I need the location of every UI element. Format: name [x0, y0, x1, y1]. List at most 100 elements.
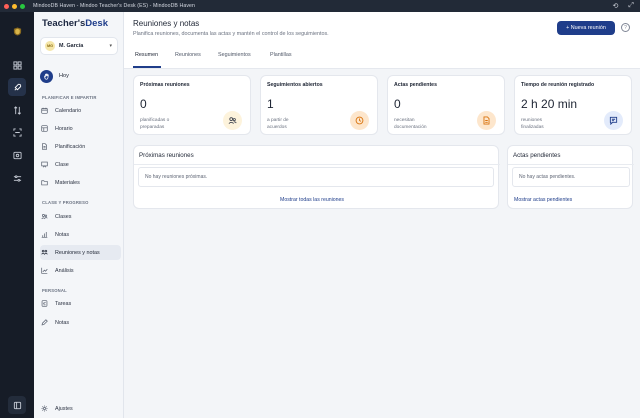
card-title: Tiempo de reunión registrado: [521, 82, 595, 88]
app-logo-icon: [8, 22, 26, 40]
sidebar-item-label: Hoy: [59, 73, 69, 79]
sidebar: Teacher'sDesk MG M. García ▾ Hoy PLANIFI…: [34, 12, 124, 418]
gear-icon: [41, 405, 48, 412]
help-icon[interactable]: ?: [621, 23, 630, 32]
sidebar-item-label: Reuniones y notas: [55, 249, 100, 256]
note-icon: [41, 319, 48, 326]
card-title: Próximas reuniones: [140, 82, 190, 88]
users-icon: [223, 111, 242, 130]
section-title-personal: PERSONAL: [42, 288, 67, 293]
tab-resumen[interactable]: Resumen: [135, 52, 158, 58]
active-tab-indicator: [133, 66, 161, 68]
sidebar-item-label: Clases: [55, 213, 72, 220]
chart-icon: [41, 232, 48, 238]
sidebar-item-horario[interactable]: Horario: [40, 121, 121, 136]
chevron-down-icon: ▾: [109, 43, 112, 49]
user-name: M. García: [59, 43, 84, 49]
sidebar-item-calendario[interactable]: Calendario: [40, 103, 121, 118]
sidebar-item-label: Calendario: [55, 107, 82, 114]
app-logo: Teacher'sDesk: [42, 18, 108, 29]
avatar: MG: [45, 41, 55, 51]
empty-state: No hay reuniones próximas.: [138, 167, 494, 187]
document-icon: [42, 143, 47, 150]
users-icon: [41, 214, 48, 220]
trend-icon: [41, 267, 48, 274]
sidebar-item-materiales[interactable]: Materiales: [40, 175, 121, 190]
divider: [134, 164, 500, 165]
show-all-meetings-link[interactable]: Mostrar todas las reuniones: [280, 197, 344, 203]
transfer-icon[interactable]: [8, 101, 26, 119]
tab-seguimientos[interactable]: Seguimientos: [218, 52, 251, 58]
logo-text-teachers: Teacher's: [42, 18, 86, 29]
panel-proximas-reuniones: Próximas reuniones No hay reuniones próx…: [133, 145, 500, 209]
sliders-icon[interactable]: [8, 169, 26, 187]
folder-icon: [41, 180, 48, 186]
sidebar-item-label: Clase: [55, 161, 69, 168]
expand-icon[interactable]: ⤢: [628, 2, 634, 10]
sidebar-item-label: Notas: [55, 319, 70, 326]
hand-wave-icon: [40, 69, 53, 83]
sidebar-item-planificacion[interactable]: Planificación: [40, 139, 121, 154]
tab-plantillas[interactable]: Plantillas: [270, 52, 292, 58]
clock-icon: [41, 125, 48, 132]
sidebar-item-label: Ajustes: [55, 405, 73, 412]
vault-icon[interactable]: [8, 146, 26, 164]
card-value: 1: [267, 97, 274, 111]
new-meeting-button[interactable]: + Nueva reunión: [557, 21, 615, 35]
sidebar-item-analisis[interactable]: Análisis: [40, 263, 121, 278]
sidebar-item-reuniones[interactable]: Reuniones y notas: [40, 245, 121, 260]
checklist-icon: [41, 300, 48, 307]
icon-rail: [0, 12, 34, 418]
calendar-icon: [41, 107, 48, 114]
sidebar-item-tareas[interactable]: Tareas: [40, 296, 121, 311]
sidebar-item-label: Materiales: [55, 179, 80, 186]
sidebar-item-notas-personal[interactable]: Notas: [40, 315, 121, 330]
card-subtitle: planificadas o preparadas: [140, 118, 170, 130]
stat-card-seguimientos: Seguimientos abiertos 1 a partir de acuer…: [260, 75, 378, 135]
sidebar-item-hoy[interactable]: Hoy: [40, 67, 118, 85]
panel-title: Próximas reuniones: [139, 152, 194, 159]
panel-toggle-icon[interactable]: [8, 396, 26, 414]
sidebar-item-label: Tareas: [55, 300, 72, 307]
sidebar-item-label: Planificación: [55, 143, 86, 150]
sidebar-item-label: Horario: [55, 125, 73, 132]
sidebar-item-label: Análisis: [55, 267, 74, 274]
card-value: 0: [394, 97, 401, 111]
sync-icon[interactable]: ⟲: [613, 2, 619, 10]
sidebar-item-clases[interactable]: Clases: [40, 209, 121, 224]
stat-card-tiempo: Tiempo de reunión registrado 2 h 20 min …: [514, 75, 632, 135]
chat-icon: [604, 111, 623, 130]
sidebar-item-ajustes[interactable]: Ajustes: [40, 401, 121, 416]
show-pending-minutes-link[interactable]: Mostrar actas pendientes: [514, 197, 572, 203]
panel-title: Actas pendientes: [513, 152, 561, 159]
card-subtitle: necesitan documentación: [394, 118, 427, 130]
page-subtitle: Planifica reuniones, documenta las actas…: [133, 31, 329, 37]
meeting-icon: [41, 249, 48, 255]
card-title: Seguimientos abiertos: [267, 82, 323, 88]
scan-icon[interactable]: [8, 123, 26, 141]
card-value: 0: [140, 97, 147, 111]
window-titlebar: MindooDB Haven - Mindoo Teacher's Desk (…: [0, 0, 640, 12]
user-switcher[interactable]: MG M. García ▾: [40, 37, 118, 55]
sidebar-item-notas[interactable]: Notas: [40, 227, 121, 242]
card-value: 2 h 20 min: [521, 97, 578, 111]
card-title: Actas pendientes: [394, 82, 437, 88]
card-subtitle: a partir de acuerdos: [267, 118, 289, 130]
maximize-window-button[interactable]: [20, 3, 25, 9]
page-header: Reuniones y notas Planifica reuniones, d…: [124, 12, 640, 69]
sidebar-item-clase[interactable]: Clase: [40, 157, 121, 172]
main-content: Reuniones y notas Planifica reuniones, d…: [124, 12, 640, 418]
section-title-clase: CLASE Y PROGRESO: [42, 200, 89, 205]
logo-text-desk: Desk: [85, 18, 108, 29]
empty-state: No hay actas pendientes.: [512, 167, 630, 187]
page-title: Reuniones y notas: [133, 19, 200, 28]
rocket-icon[interactable]: [8, 78, 26, 96]
minimize-window-button[interactable]: [12, 3, 17, 9]
tab-reuniones[interactable]: Reuniones: [175, 52, 201, 58]
close-window-button[interactable]: [4, 3, 9, 9]
document-icon: [477, 111, 496, 130]
stat-card-actas: Actas pendientes 0 necesitan documentació…: [387, 75, 505, 135]
dashboard-icon[interactable]: [8, 56, 26, 74]
section-title-planificar: PLANIFICAR E IMPARTIR: [42, 95, 97, 100]
stat-card-proximas: Próximas reuniones 0 planificadas o prepa…: [133, 75, 251, 135]
